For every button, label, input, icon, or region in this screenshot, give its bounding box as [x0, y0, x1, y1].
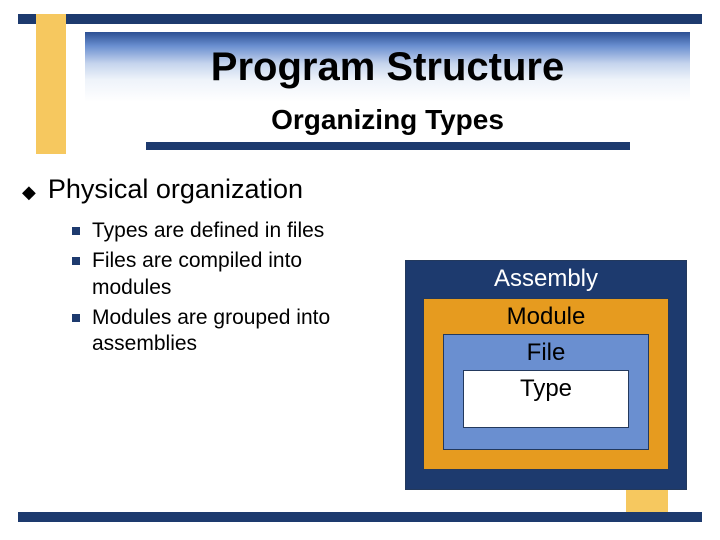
- list-item: Files are compiled into modules: [72, 248, 382, 301]
- module-label: Module: [424, 303, 668, 331]
- square-icon: [72, 314, 80, 322]
- nesting-diagram: Assembly Module File Type: [405, 260, 687, 490]
- type-box: Type: [463, 370, 629, 428]
- sub-item-text: Files are compiled into modules: [92, 248, 382, 301]
- assembly-label: Assembly: [406, 265, 686, 293]
- list-item: ◆ Physical organization: [22, 174, 698, 206]
- sub-list: Types are defined in files Files are com…: [72, 218, 382, 361]
- slide-subtitle: Organizing Types: [85, 104, 690, 136]
- title-gradient: Program Structure: [85, 32, 690, 102]
- square-icon: [72, 257, 80, 265]
- list-item: Modules are grouped into assemblies: [72, 305, 382, 358]
- sub-item-text: Modules are grouped into assemblies: [92, 305, 382, 358]
- slide-title: Program Structure: [211, 45, 564, 90]
- heading-text: Physical organization: [48, 174, 303, 205]
- sub-item-text: Types are defined in files: [92, 218, 324, 244]
- square-icon: [72, 227, 80, 235]
- file-label: File: [444, 339, 648, 367]
- left-accent-block: [36, 14, 66, 154]
- subtitle-underline: [146, 142, 630, 150]
- top-divider: [18, 14, 702, 24]
- list-item: Types are defined in files: [72, 218, 382, 244]
- title-area: Program Structure Organizing Types: [85, 32, 690, 150]
- type-label: Type: [464, 375, 628, 403]
- diamond-icon: ◆: [22, 178, 36, 206]
- bottom-divider: [18, 512, 702, 522]
